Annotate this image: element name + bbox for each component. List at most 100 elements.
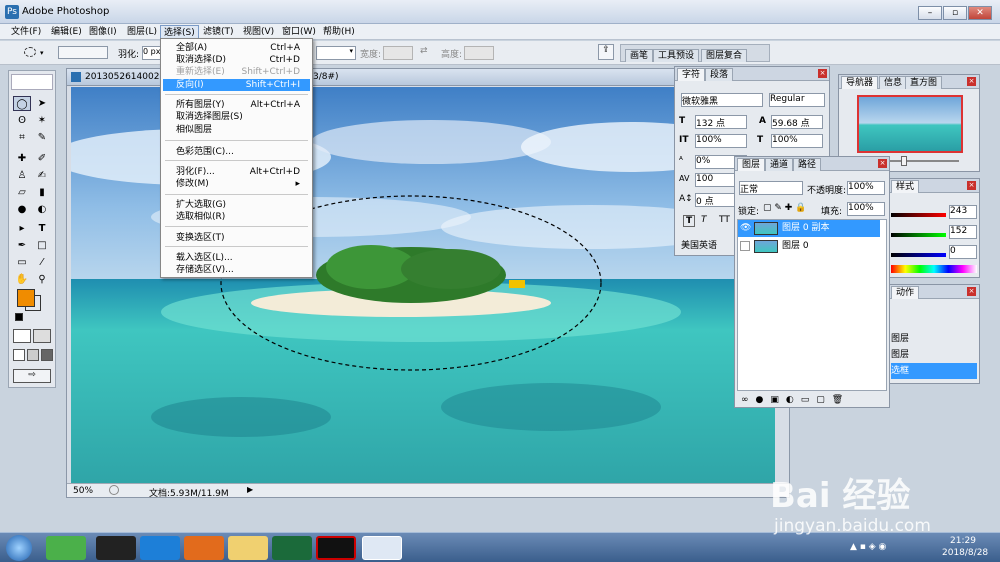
eye-toggle-icon[interactable]	[740, 241, 750, 251]
leading-input[interactable]: 59.68 点	[771, 115, 823, 129]
menu-layer[interactable]: 图层(L)	[124, 25, 160, 39]
marquee-tool-icon[interactable]: ◯	[13, 96, 31, 111]
select-menu-item[interactable]: 全部(A) Ctrl+A	[163, 42, 310, 54]
history-item[interactable]: 图层	[891, 331, 977, 347]
language-select[interactable]: 美国英语	[681, 238, 717, 251]
green-slider[interactable]	[891, 233, 946, 237]
gradient-tool-icon[interactable]: ▮	[33, 185, 51, 200]
select-menu-item[interactable]: 色彩范围(C)...	[163, 146, 310, 158]
quick-mask-icon[interactable]	[33, 329, 51, 343]
ellipse-marquee-icon[interactable]	[24, 47, 36, 57]
select-menu-item[interactable]: 扩大选取(G)	[163, 199, 310, 211]
lock-icons[interactable]: ▢ ✎ ✚ 🔒	[763, 203, 806, 213]
blue-slider[interactable]	[891, 253, 946, 257]
tab-character[interactable]: 字符	[677, 68, 706, 81]
all-caps-icon[interactable]: TT	[719, 215, 730, 225]
layer-actions-bar[interactable]: ∞●▣◐▭▢🗑	[741, 395, 881, 407]
color-ramp[interactable]	[891, 265, 977, 273]
photoshop-task-icon[interactable]	[362, 536, 402, 560]
zoom-slider-thumb[interactable]	[901, 156, 907, 166]
history-brush-icon[interactable]: ✍	[33, 168, 51, 183]
eyedropper-icon[interactable]: ⁄	[33, 255, 51, 270]
history-item-selected[interactable]: 选框	[891, 363, 977, 379]
start-button-icon[interactable]	[6, 535, 32, 561]
history-item[interactable]: 图层	[891, 347, 977, 363]
select-menu-item[interactable]: 选取相似(R)	[163, 211, 310, 223]
default-colors-icon[interactable]	[15, 313, 23, 321]
qq-icon[interactable]	[96, 536, 136, 560]
notes-tool-icon[interactable]: ▭	[13, 255, 31, 270]
app-icon[interactable]	[272, 536, 312, 560]
menu-filter[interactable]: 滤镜(T)	[200, 25, 237, 39]
zoom-tool-icon[interactable]: ⚲	[33, 272, 51, 287]
palette-well-icon[interactable]: ⇪	[598, 44, 614, 60]
vertical-scale-input[interactable]: 100%	[695, 134, 747, 148]
clock-date[interactable]: 2018/8/28	[942, 548, 988, 558]
faux-bold-icon[interactable]: T	[683, 215, 696, 227]
hand-tool-icon[interactable]: ✋	[13, 272, 31, 287]
stamp-tool-icon[interactable]: ♙	[13, 168, 31, 183]
green-input[interactable]: 152	[949, 225, 977, 239]
type-tool-icon[interactable]: T	[33, 221, 51, 236]
selection-mode-buttons[interactable]	[58, 46, 108, 59]
tab-styles[interactable]: 样式	[891, 180, 920, 193]
menu-image[interactable]: 图像(I)	[86, 25, 120, 39]
swap-icon[interactable]: ⇄	[420, 46, 428, 56]
tab-navigator[interactable]: 导航器	[841, 76, 879, 89]
slice-tool-icon[interactable]: ✎	[33, 130, 51, 145]
dodge-tool-icon[interactable]: ◐	[33, 202, 51, 217]
pen-tool-icon[interactable]: ✒	[13, 238, 31, 253]
menu-file[interactable]: 文件(F)	[8, 25, 44, 39]
explorer-icon[interactable]	[228, 536, 268, 560]
select-menu-item[interactable]: 修改(M) ▸	[163, 178, 310, 190]
font-style-select[interactable]: Regular	[769, 93, 825, 107]
tab-tool-presets[interactable]: 工具预设	[653, 49, 700, 62]
path-select-icon[interactable]: ▸	[13, 221, 31, 236]
status-menu-arrow-icon[interactable]: ▶	[247, 485, 253, 494]
chevron-down-icon[interactable]: ▾	[40, 49, 44, 57]
opacity-input[interactable]: 100%	[847, 181, 885, 195]
eye-icon[interactable]: 👁	[740, 220, 751, 237]
horizontal-scale-input[interactable]: 100%	[771, 134, 823, 148]
select-menu-item[interactable]: 相似图层	[163, 124, 310, 136]
blend-mode-select[interactable]: 正常	[739, 181, 803, 195]
tab-info[interactable]: 信息	[879, 76, 908, 89]
tab-layer-comps[interactable]: 图层复合	[701, 49, 748, 62]
navigator-thumbnail[interactable]	[857, 95, 963, 153]
crop-tool-icon[interactable]: ⌗	[13, 130, 31, 145]
menu-view[interactable]: 视图(V)	[240, 25, 277, 39]
media-player-icon[interactable]	[140, 536, 180, 560]
menu-help[interactable]: 帮助(H)	[320, 25, 358, 39]
layer-row[interactable]: 图层 0	[738, 238, 880, 255]
tab-channels[interactable]: 通道	[765, 158, 794, 171]
font-family-select[interactable]: 微软雅黑	[681, 93, 763, 107]
select-menu-item[interactable]: 所有图层(Y) Alt+Ctrl+A	[163, 99, 310, 111]
select-menu-item[interactable]: 反向(I) Shift+Ctrl+I	[163, 79, 310, 91]
select-menu-item[interactable]: 羽化(F)... Alt+Ctrl+D	[163, 166, 310, 178]
select-menu-item[interactable]: 载入选区(L)...	[163, 252, 310, 264]
foreground-color-swatch[interactable]	[17, 289, 35, 307]
zoom-level[interactable]: 50%	[73, 486, 93, 496]
select-menu-item[interactable]: 存储选区(V)...	[163, 264, 310, 276]
eraser-tool-icon[interactable]: ▱	[13, 185, 31, 200]
blur-tool-icon[interactable]: ●	[13, 202, 31, 217]
close-icon[interactable]: ×	[818, 69, 827, 78]
close-icon[interactable]: ✕	[968, 6, 992, 20]
style-select[interactable]: ▾	[316, 46, 356, 60]
screen-mode-std-icon[interactable]	[13, 349, 25, 361]
tab-histogram[interactable]: 直方图	[905, 76, 943, 89]
restore-icon[interactable]: ▫	[943, 6, 967, 20]
tab-brushes[interactable]: 画笔	[625, 49, 654, 62]
height-input[interactable]	[464, 46, 494, 60]
faux-italic-icon[interactable]: T	[701, 215, 707, 225]
firefox-icon[interactable]	[184, 536, 224, 560]
brush-tool-icon[interactable]: ✐	[33, 151, 51, 166]
close-icon[interactable]: ×	[967, 77, 976, 86]
tab-paragraph[interactable]: 段落	[705, 68, 734, 81]
healing-brush-icon[interactable]: ✚	[13, 151, 31, 166]
width-input[interactable]	[383, 46, 413, 60]
font-size-input[interactable]: 132 点	[695, 115, 747, 129]
blue-input[interactable]: 0	[949, 245, 977, 259]
select-menu-item[interactable]: 重新选择(E) Shift+Ctrl+D	[163, 66, 310, 78]
close-icon[interactable]: ×	[967, 287, 976, 296]
